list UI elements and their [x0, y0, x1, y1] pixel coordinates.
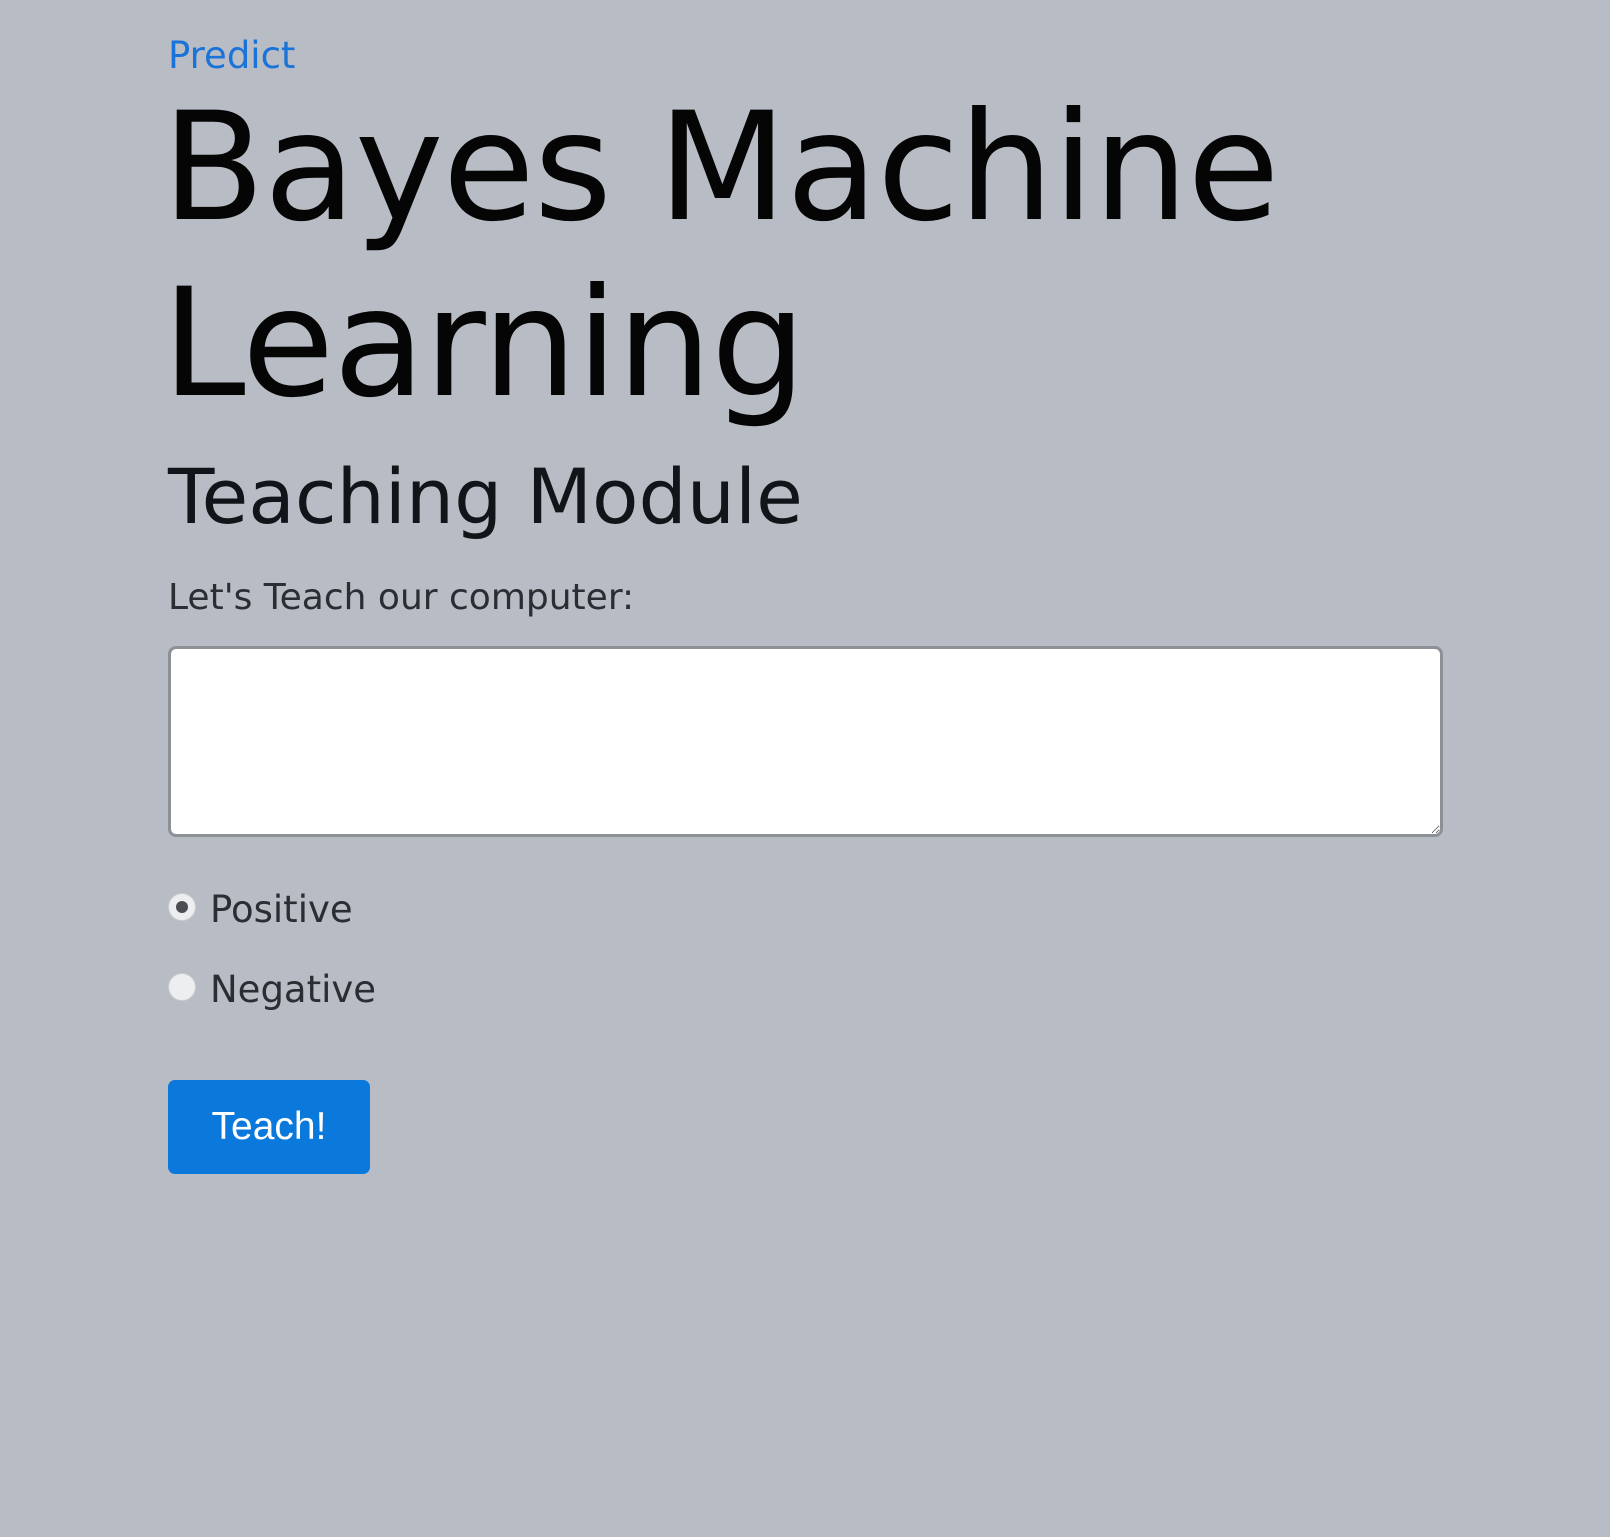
- radio-selected-dot: [176, 901, 188, 913]
- page-title: Bayes Machine Learning: [162, 81, 1280, 431]
- predict-link[interactable]: Predict: [168, 34, 295, 77]
- radio-button-positive[interactable]: [168, 893, 196, 921]
- teach-prompt-label: Let's Teach our computer:: [168, 577, 635, 618]
- teach-text-input[interactable]: [168, 646, 1443, 837]
- radio-option-positive[interactable]: Positive: [168, 886, 353, 934]
- radio-button-negative[interactable]: [168, 973, 196, 1001]
- page-subtitle: Teaching Module: [168, 452, 803, 541]
- teach-button[interactable]: Teach!: [168, 1080, 370, 1174]
- radio-label-positive: Positive: [210, 888, 353, 931]
- radio-option-negative[interactable]: Negative: [168, 966, 376, 1014]
- radio-label-negative: Negative: [210, 968, 377, 1011]
